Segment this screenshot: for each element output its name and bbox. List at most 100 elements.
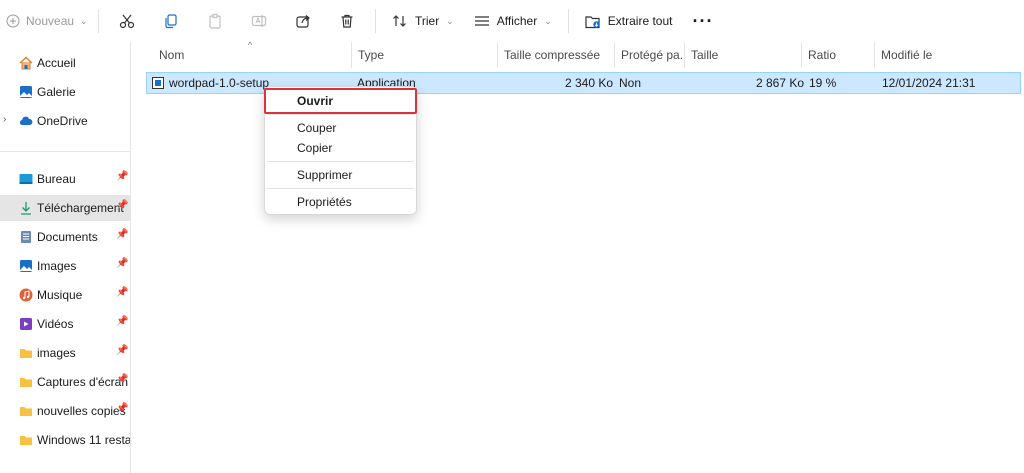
column-label: Taille: [691, 48, 719, 62]
menu-item-delete[interactable]: Supprimer: [265, 165, 416, 185]
sidebar-item-gallery[interactable]: Galerie: [0, 79, 130, 105]
column-label: Taille compressée: [504, 48, 601, 62]
menu-item-cut[interactable]: Couper: [265, 118, 416, 138]
file-modified: 12/01/2024 21:31: [882, 76, 976, 90]
sidebar-item-music[interactable]: Musique 📌: [0, 282, 130, 308]
copy-button[interactable]: [149, 5, 193, 37]
sidebar-item-label: Vidéos: [37, 317, 74, 331]
paste-icon: [209, 13, 221, 29]
pin-icon[interactable]: 📌: [116, 229, 128, 240]
highlight-annotation: [264, 88, 417, 114]
copy-icon: [165, 14, 177, 29]
sort-icon: [393, 15, 406, 27]
sort-button-label: Trier: [415, 14, 440, 28]
delete-button[interactable]: [325, 5, 369, 37]
sort-ascending-icon: ^: [248, 40, 253, 50]
view-button-label: Afficher: [496, 14, 538, 28]
share-button[interactable]: [281, 5, 325, 37]
sidebar-item-windows11[interactable]: Windows 11 restaur: [0, 427, 131, 453]
extract-all-button[interactable]: Extraire tout: [575, 5, 683, 37]
folder-icon: [20, 349, 32, 358]
cut-button[interactable]: [105, 5, 149, 37]
extract-folder-icon: [585, 15, 600, 28]
download-icon: [21, 202, 31, 215]
column-header-ratio[interactable]: Ratio: [802, 42, 875, 68]
pin-icon[interactable]: 📌: [116, 287, 128, 298]
file-protected: Non: [619, 76, 642, 90]
sidebar-item-label: Téléchargement: [37, 201, 124, 215]
sidebar-item-screenshots[interactable]: Captures d'écran 📌: [0, 369, 130, 395]
sidebar-item-label: nouvelles copies: [37, 404, 126, 418]
sidebar-item-onedrive[interactable]: › OneDrive: [0, 108, 130, 134]
paste-button[interactable]: [193, 5, 237, 37]
column-header-protected[interactable]: Protégé pa...: [615, 42, 685, 68]
pin-icon[interactable]: 📌: [116, 316, 128, 327]
sidebar-item-label: Captures d'écran: [37, 375, 129, 389]
scissors-icon: [119, 14, 135, 29]
pin-icon[interactable]: 📌: [116, 374, 128, 385]
chevron-down-icon: ⌄: [544, 15, 552, 26]
sidebar-item-images-folder[interactable]: images 📌: [0, 340, 130, 366]
sidebar-item-label: Windows 11 restaur: [37, 433, 131, 447]
folder-icon: [20, 407, 32, 416]
sidebar-item-label: Accueil: [37, 56, 76, 70]
plus-circle-icon: [6, 14, 20, 28]
column-header-modified[interactable]: Modifié le: [875, 42, 1024, 68]
more-options-button[interactable]: ···: [682, 5, 723, 37]
toolbar-divider: [375, 9, 376, 33]
sidebar-item-videos[interactable]: Vidéos 📌: [0, 311, 130, 337]
file-size: 2 867 Ko: [756, 76, 805, 90]
sidebar-item-label: Images: [37, 259, 77, 273]
pin-icon[interactable]: 📌: [116, 403, 128, 414]
view-lines-icon: [474, 16, 489, 26]
view-button[interactable]: Afficher ⌄: [464, 5, 562, 37]
sidebar-item-label: Bureau: [37, 172, 76, 186]
images-icon: [20, 260, 32, 272]
toolbar-divider: [567, 9, 569, 33]
sort-button[interactable]: Trier ⌄: [382, 5, 464, 37]
gallery-icon: [20, 86, 32, 98]
command-bar: Nouveau ⌄ Trier ⌄ Afficher ⌄ Extraire to…: [0, 0, 1024, 42]
sidebar-item-desktop[interactable]: Bureau 📌: [0, 166, 130, 192]
file-ratio: 19 %: [809, 76, 837, 90]
sidebar-item-label: Documents: [37, 230, 98, 244]
menu-divider: [267, 114, 414, 115]
rename-icon: [251, 15, 267, 27]
sidebar-divider: [0, 151, 130, 152]
sidebar-item-downloads[interactable]: Téléchargement 📌: [0, 195, 130, 221]
pin-icon[interactable]: 📌: [116, 345, 128, 356]
pin-icon[interactable]: 📌: [116, 171, 128, 182]
folder-icon: [20, 378, 32, 387]
sidebar-item-label: images: [37, 346, 76, 360]
column-label: Modifié le: [881, 48, 933, 62]
toolbar-divider: [98, 9, 99, 33]
column-header-name[interactable]: Nom: [153, 42, 352, 68]
column-header-size[interactable]: Taille: [685, 42, 802, 68]
new-button-label: Nouveau: [26, 14, 75, 28]
sidebar-item-images[interactable]: Images 📌: [0, 253, 130, 279]
trash-icon: [341, 14, 353, 28]
column-header-compressed-size[interactable]: Taille compressée: [498, 42, 615, 68]
sidebar-item-label: Musique: [37, 288, 83, 302]
chevron-down-icon: ⌄: [80, 15, 88, 26]
column-header-type[interactable]: Type: [352, 42, 498, 68]
pin-icon[interactable]: 📌: [116, 200, 128, 211]
extract-all-label: Extraire tout: [607, 14, 673, 28]
sidebar-item-documents[interactable]: Documents 📌: [0, 224, 130, 250]
desktop-icon: [19, 174, 33, 184]
menu-divider: [267, 161, 414, 162]
menu-item-properties[interactable]: Propriétés: [265, 192, 416, 212]
documents-icon: [21, 231, 31, 243]
file-compressed-size: 2 340 Ko: [565, 76, 614, 90]
rename-button[interactable]: [237, 5, 281, 37]
column-label: Nom: [159, 48, 185, 62]
pin-icon[interactable]: 📌: [116, 258, 128, 269]
sidebar-item-home[interactable]: Accueil: [0, 50, 130, 76]
navigation-pane: Accueil Galerie › OneDrive Bureau 📌 Télé…: [0, 42, 131, 473]
new-button[interactable]: Nouveau ⌄: [0, 14, 92, 28]
sidebar-item-new-copies[interactable]: nouvelles copies 📌: [0, 398, 130, 424]
cloud-icon: [19, 116, 33, 126]
column-header-row: Nom ^ Type Taille compressée Protégé pa.…: [131, 40, 1024, 68]
menu-item-copy[interactable]: Copier: [265, 138, 416, 158]
chevron-right-icon[interactable]: ›: [3, 114, 6, 125]
